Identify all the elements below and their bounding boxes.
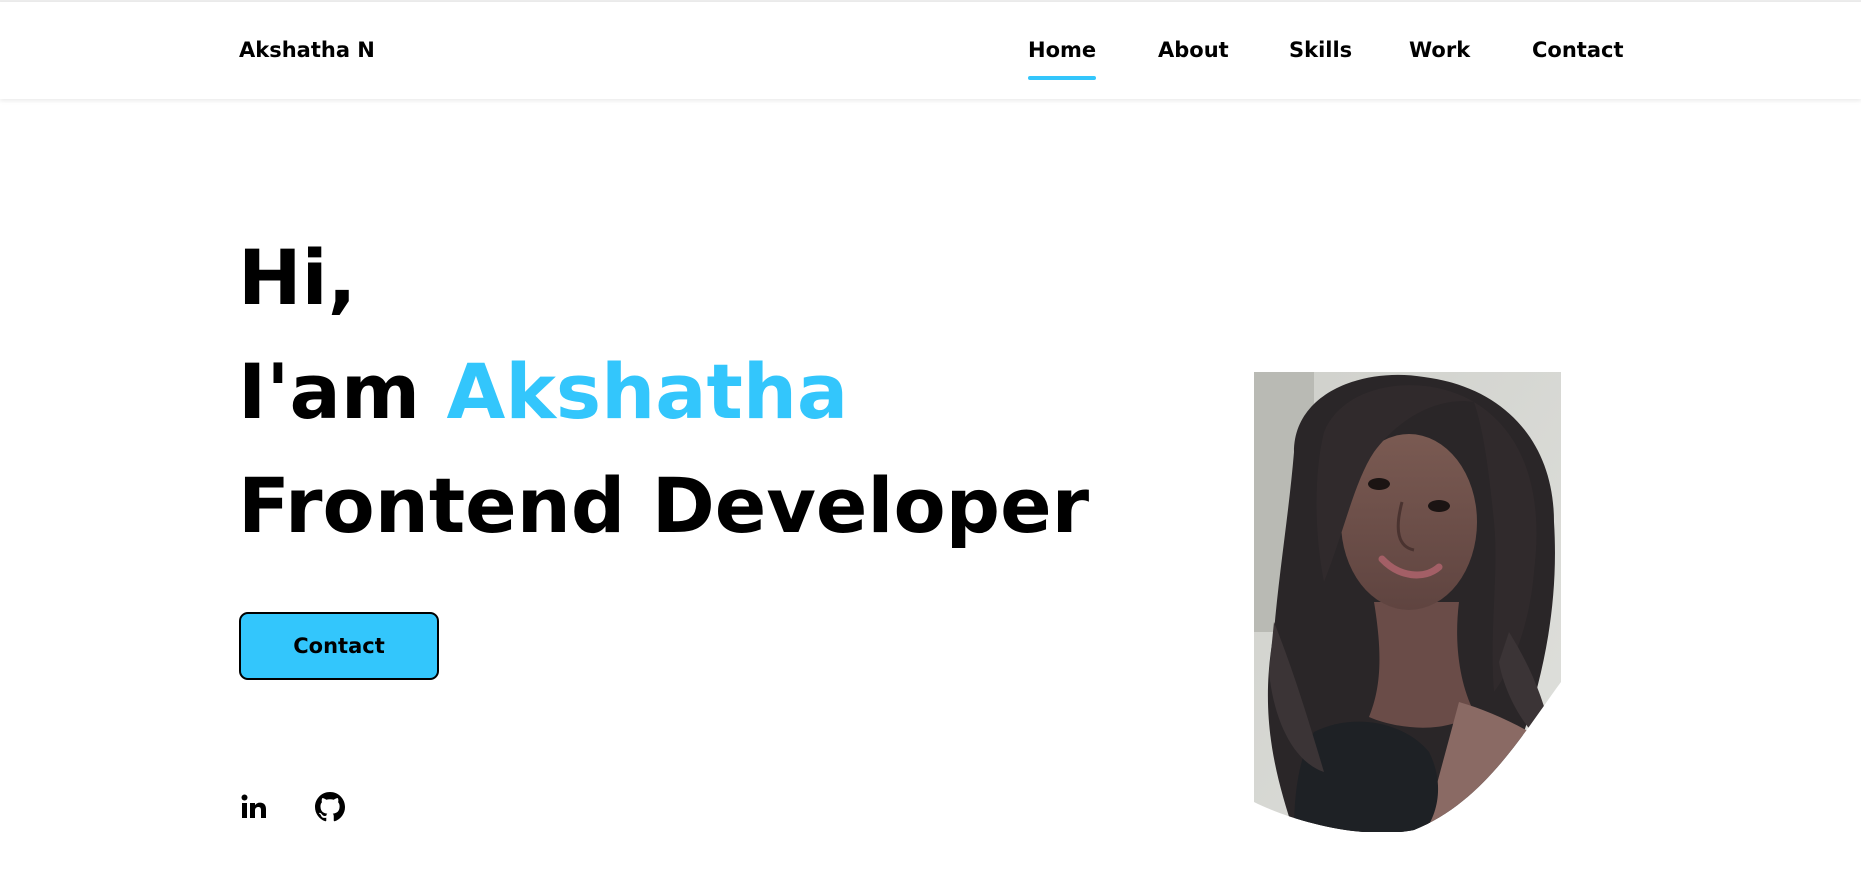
profile-photo [1254,372,1561,832]
contact-button[interactable]: Contact [239,612,439,680]
nav-link-home[interactable]: Home [1028,38,1097,80]
hero-greeting: Hi, [238,233,357,322]
nav-link-label: Contact [1532,38,1624,62]
nav-link-label: Home [1028,38,1097,62]
linkedin-icon[interactable] [239,792,269,822]
nav-link-work[interactable]: Work [1409,38,1470,62]
hero-role: Frontend Developer [238,461,1090,550]
hero-intro: I'am Akshatha [238,354,848,430]
hero-intro-prefix: I'am [238,347,421,436]
nav-link-about[interactable]: About [1158,38,1229,62]
nav-link-contact[interactable]: Contact [1532,38,1624,62]
nav-link-label: Work [1409,38,1471,62]
nav-link-skills[interactable]: Skills [1289,38,1352,62]
nav-link-label: Skills [1289,38,1353,62]
active-nav-indicator [1028,76,1097,80]
site-logo[interactable]: Akshatha N [239,38,375,62]
site-header: Akshatha N Home About Skills Work Contac… [0,2,1861,99]
hero-name: Akshatha [446,347,849,436]
github-icon[interactable] [315,792,345,822]
nav-link-label: About [1158,38,1229,62]
